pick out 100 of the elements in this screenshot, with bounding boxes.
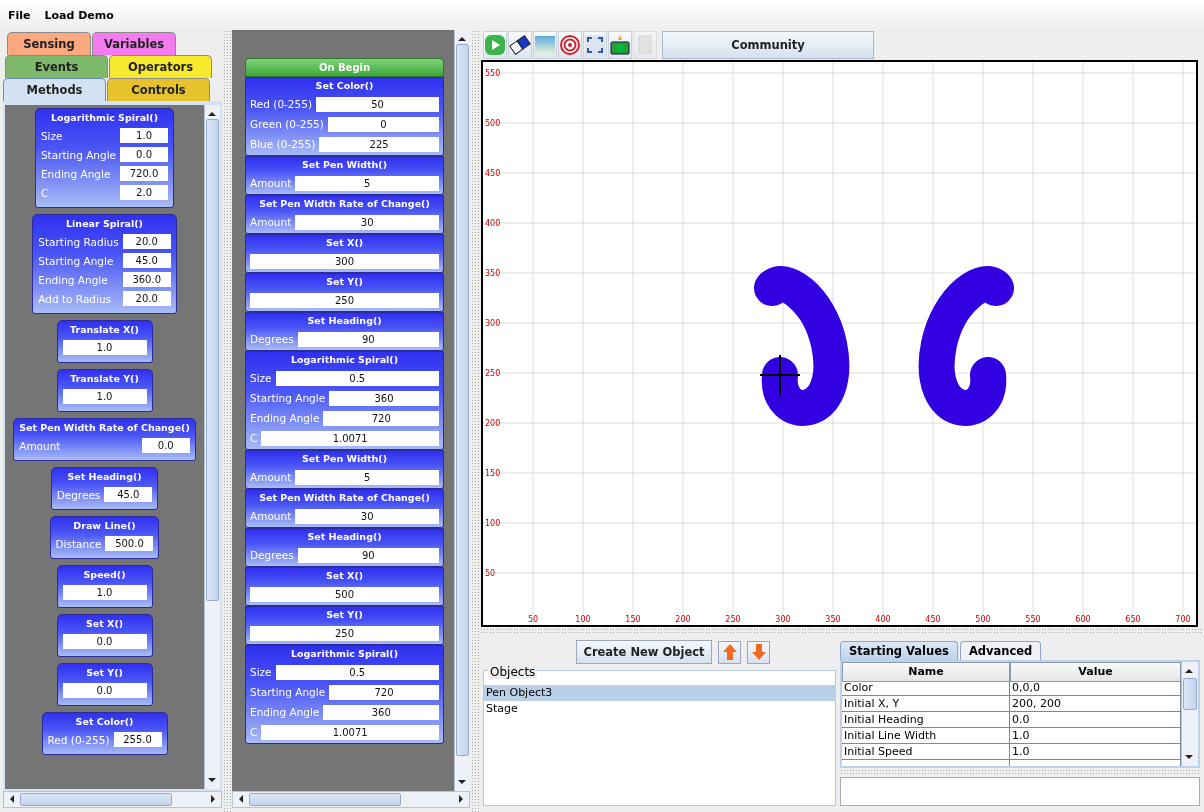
value-field[interactable]: 5 bbox=[295, 175, 439, 191]
method-block[interactable]: Set Y() 0.0 bbox=[56, 663, 153, 706]
value-field[interactable]: 1.0071 bbox=[261, 724, 439, 740]
value-field[interactable]: 50 bbox=[316, 96, 439, 112]
fullscreen-button[interactable] bbox=[583, 31, 607, 59]
properties-tab[interactable]: Starting Values bbox=[840, 641, 958, 660]
value-field[interactable]: 0.0 bbox=[120, 147, 169, 162]
value-field[interactable]: 720.0 bbox=[120, 166, 169, 181]
camera-button[interactable] bbox=[608, 31, 632, 59]
method-block[interactable]: Set Heading() Degrees 90 bbox=[245, 312, 444, 351]
value-field[interactable]: 1.0 bbox=[62, 389, 147, 404]
value-field[interactable]: 255.0 bbox=[113, 732, 162, 747]
value-field[interactable]: 360 bbox=[329, 390, 439, 406]
value-field[interactable]: 90 bbox=[297, 547, 439, 563]
method-block[interactable]: Set Pen Width Rate of Change() Amount 30 bbox=[245, 195, 444, 234]
text-area[interactable] bbox=[840, 777, 1200, 806]
value-field[interactable]: 90 bbox=[297, 331, 439, 347]
value-field[interactable]: 1.0 bbox=[120, 128, 169, 143]
category-tab[interactable]: Methods bbox=[3, 78, 106, 101]
method-block[interactable]: Set Pen Width Rate of Change() Amount 0.0 bbox=[13, 418, 196, 461]
object-list-item[interactable]: Pen Object3 bbox=[484, 685, 836, 701]
value-field[interactable]: 300 bbox=[250, 253, 439, 269]
category-tab[interactable]: Operators bbox=[109, 55, 212, 78]
table-cell[interactable]: 0.0 bbox=[1010, 712, 1181, 728]
category-tab[interactable]: Variables bbox=[92, 32, 176, 55]
target-button[interactable] bbox=[558, 31, 582, 59]
value-field[interactable]: 5 bbox=[295, 469, 439, 485]
method-block[interactable]: Set Pen Width() Amount 5 bbox=[245, 450, 444, 489]
scrollbar[interactable] bbox=[1181, 662, 1198, 766]
value-field[interactable]: 250 bbox=[250, 625, 439, 641]
drawing-canvas[interactable]: 50 100 150 200 250 300 350 400 450 500 550 600 650 700 550 500 450 400 350 300 250 200 150 100 50 bbox=[481, 60, 1198, 627]
method-block[interactable]: Linear Spiral() Starting Radius 20.0 Starting Angle 45.0 Ending Angle 360.0 Add to Radius 20.0 bbox=[32, 214, 177, 314]
value-field[interactable]: 500.0 bbox=[105, 536, 154, 551]
method-block[interactable]: Set X() 500 bbox=[245, 567, 444, 606]
method-block[interactable]: Logarithmic Spiral() Size 0.5 Starting Angle 360 Ending Angle 720 C 1.0071 bbox=[245, 351, 444, 450]
value-field[interactable]: 45.0 bbox=[122, 253, 171, 268]
table-cell[interactable]: 0,0,0 bbox=[1010, 680, 1181, 696]
category-tab[interactable]: Sensing bbox=[7, 32, 91, 55]
column-header[interactable]: Value bbox=[1010, 662, 1181, 682]
param-label: Size bbox=[40, 129, 63, 142]
method-block[interactable]: Logarithmic Spiral() Size 0.5 Starting Angle 720 Ending Angle 360 C 1.0071 bbox=[245, 645, 444, 744]
create-object-button[interactable]: Create New Object bbox=[576, 640, 712, 664]
category-tab[interactable]: Events bbox=[5, 55, 108, 78]
table-cell[interactable]: 200, 200 bbox=[1010, 696, 1181, 712]
value-field[interactable]: 360 bbox=[323, 704, 439, 720]
value-field[interactable]: 0.0 bbox=[62, 634, 147, 649]
method-block[interactable]: Translate X() 1.0 bbox=[56, 320, 153, 363]
category-tab[interactable]: Controls bbox=[107, 78, 210, 101]
move-down-button[interactable] bbox=[747, 640, 770, 664]
method-block[interactable]: Draw Line() Distance 500.0 bbox=[49, 516, 160, 559]
method-block[interactable]: Logarithmic Spiral() Size 1.0 Starting Angle 0.0 Ending Angle 720.0 C 2.0 bbox=[34, 108, 175, 208]
value-field[interactable]: 500 bbox=[250, 586, 439, 602]
value-field[interactable]: 0.5 bbox=[275, 664, 439, 680]
value-field[interactable]: 30 bbox=[295, 508, 439, 524]
move-up-button[interactable] bbox=[718, 640, 741, 664]
scrollbar[interactable] bbox=[3, 791, 222, 808]
method-block[interactable]: Set X() 0.0 bbox=[56, 614, 153, 657]
table-cell[interactable]: 1.0 bbox=[1010, 728, 1181, 744]
value-field[interactable]: 0.5 bbox=[275, 370, 439, 386]
scrollbar[interactable] bbox=[204, 105, 220, 789]
menu-item[interactable]: File bbox=[8, 8, 31, 22]
method-block[interactable]: Set Y() 250 bbox=[245, 273, 444, 312]
scrollbar[interactable] bbox=[232, 791, 470, 808]
community-button[interactable]: Community bbox=[662, 31, 874, 59]
method-block[interactable]: Translate Y() 1.0 bbox=[56, 369, 153, 412]
value-field[interactable]: 2.0 bbox=[120, 185, 169, 200]
method-block[interactable]: Set Color() Red (0-255) 50 Green (0-255) 0 Blue (0-255) 225 bbox=[245, 77, 444, 156]
splitter[interactable] bbox=[471, 30, 479, 812]
menu-item[interactable]: Load Demo bbox=[44, 8, 114, 22]
value-field[interactable]: 20.0 bbox=[122, 234, 171, 249]
splitter[interactable] bbox=[223, 30, 231, 812]
method-block[interactable]: Set Pen Width Rate of Change() Amount 30 bbox=[245, 489, 444, 528]
value-field[interactable]: 30 bbox=[295, 214, 439, 230]
value-field[interactable]: 720 bbox=[323, 410, 439, 426]
properties-tab[interactable]: Advanced bbox=[959, 641, 1042, 660]
method-block[interactable]: Set Color() Red (0-255) 255.0 bbox=[41, 712, 168, 755]
value-field[interactable]: 0.0 bbox=[141, 438, 190, 453]
method-block[interactable]: Set X() 300 bbox=[245, 234, 444, 273]
param-label: Degrees bbox=[250, 333, 294, 345]
value-field[interactable]: 0.0 bbox=[62, 683, 147, 698]
value-field[interactable]: 1.0 bbox=[62, 585, 147, 600]
table-cell[interactable]: 1.0 bbox=[1010, 744, 1181, 760]
method-block[interactable]: Speed() 1.0 bbox=[56, 565, 153, 608]
eraser-button[interactable] bbox=[508, 31, 532, 59]
value-field[interactable]: 0 bbox=[327, 116, 439, 132]
method-block[interactable]: Set Heading() Degrees 45.0 bbox=[50, 467, 159, 510]
method-block[interactable]: Set Heading() Degrees 90 bbox=[245, 528, 444, 567]
value-field[interactable]: 360.0 bbox=[122, 272, 171, 287]
value-field[interactable]: 45.0 bbox=[104, 487, 153, 502]
value-field[interactable]: 1.0071 bbox=[261, 430, 439, 446]
method-block[interactable]: Set Pen Width() Amount 5 bbox=[245, 156, 444, 195]
value-field[interactable]: 20.0 bbox=[122, 291, 171, 306]
object-list-item[interactable]: Stage bbox=[484, 701, 836, 717]
method-block[interactable]: Set Y() 250 bbox=[245, 606, 444, 645]
value-field[interactable]: 225 bbox=[319, 136, 439, 152]
column-header[interactable]: Name bbox=[842, 662, 1010, 682]
value-field[interactable]: 250 bbox=[250, 292, 439, 308]
value-field[interactable]: 720 bbox=[329, 684, 439, 700]
scrollbar[interactable] bbox=[454, 30, 470, 791]
value-field[interactable]: 1.0 bbox=[62, 340, 147, 355]
